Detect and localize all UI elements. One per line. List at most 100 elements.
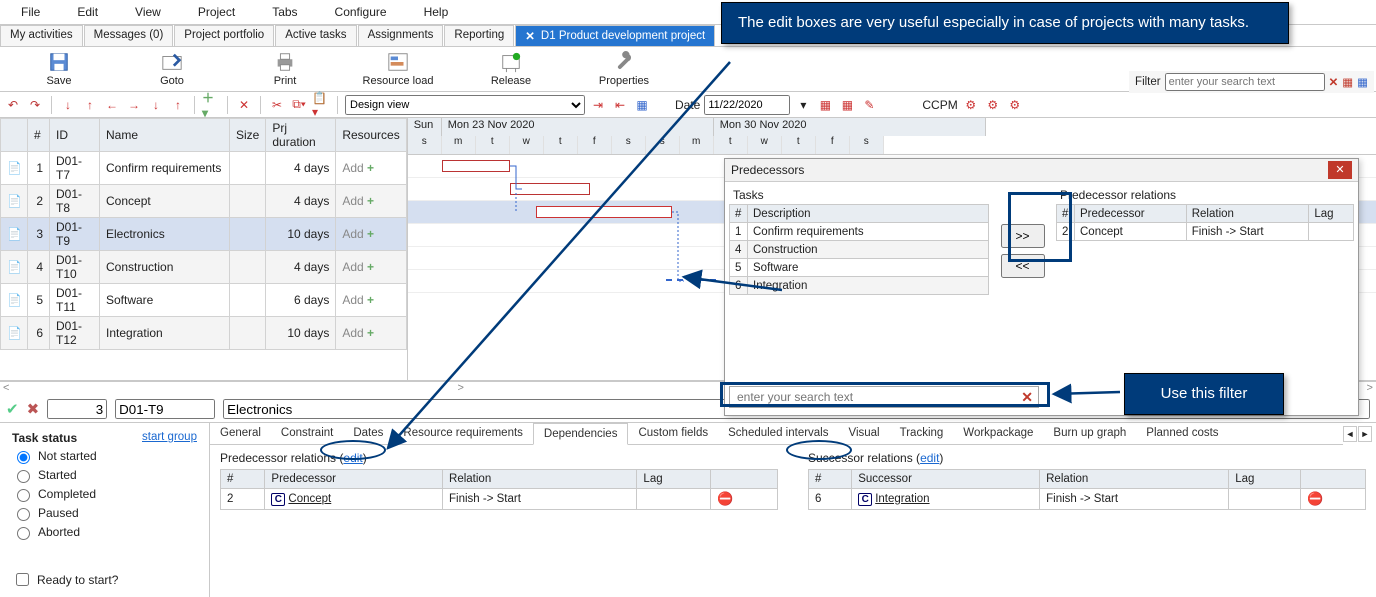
tab-tracking[interactable]: Tracking xyxy=(890,423,954,444)
ccpm-opt1-icon[interactable]: ⚙ xyxy=(962,96,980,114)
tab-visual[interactable]: Visual xyxy=(839,423,890,444)
print-button[interactable]: Print xyxy=(246,51,324,87)
tab-reporting[interactable]: Reporting xyxy=(444,25,514,46)
save-button[interactable]: Save xyxy=(20,51,98,87)
view-opt3-icon[interactable]: ▦ xyxy=(633,96,651,114)
tab-burnup[interactable]: Burn up graph xyxy=(1043,423,1136,444)
menu-help[interactable]: Help xyxy=(418,3,455,21)
tab-project[interactable]: ✕ D1 Product development project xyxy=(515,25,715,46)
tabs-scroll-right[interactable]: ► xyxy=(1358,426,1372,442)
task-row[interactable]: 📄 4D01-T10Construction4 daysAdd + xyxy=(1,251,407,284)
ready-to-start-checkbox[interactable]: Ready to start? xyxy=(12,570,197,589)
ccpm-opt2-icon[interactable]: ⚙ xyxy=(984,96,1002,114)
status-completed[interactable]: Completed xyxy=(12,486,197,502)
menu-view[interactable]: View xyxy=(129,3,167,21)
task-row[interactable]: 📄 2D01-T8Concept4 daysAdd + xyxy=(1,185,407,218)
view-opt2-icon[interactable]: ⇤ xyxy=(611,96,629,114)
menu-configure[interactable]: Configure xyxy=(329,3,393,21)
arrow-up2-icon[interactable]: ↑ xyxy=(169,96,187,114)
tab-constraint[interactable]: Constraint xyxy=(271,423,343,444)
filter-input[interactable] xyxy=(1165,73,1325,91)
col-duration[interactable]: Prj duration xyxy=(266,119,336,152)
task-list-item[interactable]: 1Confirm requirements xyxy=(730,223,989,241)
goto-button[interactable]: Goto xyxy=(133,51,211,87)
task-list-item[interactable]: 4Construction xyxy=(730,241,989,259)
task-row[interactable]: 📄 1D01-T7Confirm requirements4 daysAdd + xyxy=(1,152,407,185)
delete-icon[interactable]: ✕ xyxy=(235,96,253,114)
filter-options-icon[interactable]: ▦ xyxy=(1342,75,1353,89)
cut-icon[interactable]: ✂ xyxy=(268,96,286,114)
arrow-up-icon[interactable]: ↑ xyxy=(81,96,99,114)
col-index[interactable]: # xyxy=(28,119,50,152)
tab-my-activities[interactable]: My activities xyxy=(0,25,83,46)
tab-planned-costs[interactable]: Planned costs xyxy=(1136,423,1228,444)
tab-scheduled[interactable]: Scheduled intervals xyxy=(718,423,838,444)
tab-workpackage[interactable]: Workpackage xyxy=(953,423,1043,444)
arrow-down2-icon[interactable]: ↓ xyxy=(147,96,165,114)
dialog-search-input[interactable] xyxy=(735,389,1021,405)
dialog-close-button[interactable]: ✕ xyxy=(1328,161,1352,179)
status-not-started[interactable]: Not started xyxy=(12,448,197,464)
filter-clear-icon[interactable]: ✕ xyxy=(1329,75,1339,89)
tab-dates[interactable]: Dates xyxy=(343,423,393,444)
task-row[interactable]: 📄 5D01-T11Software6 daysAdd + xyxy=(1,284,407,317)
paste-icon[interactable]: 📋▾ xyxy=(312,96,330,114)
ccpm-opt3-icon[interactable]: ⚙ xyxy=(1006,96,1024,114)
filter-save-icon[interactable]: ▦ xyxy=(1357,75,1368,89)
arrow-left-icon[interactable]: ← xyxy=(103,96,121,114)
view-select[interactable]: Design view xyxy=(345,95,585,115)
task-list-item[interactable]: 5Software xyxy=(730,259,989,277)
edit-icon[interactable]: ✎ xyxy=(860,96,878,114)
dialog-search-clear-icon[interactable]: ✕ xyxy=(1021,389,1033,406)
tabs-scroll-left[interactable]: ◄ xyxy=(1343,426,1357,442)
date-input[interactable] xyxy=(704,95,790,115)
tab-resreq[interactable]: Resource requirements xyxy=(393,423,533,444)
detail-code-input[interactable] xyxy=(115,399,215,419)
task-row-selected[interactable]: 📄 3D01-T9Electronics10 daysAdd + xyxy=(1,218,407,251)
add-relation-button[interactable]: >> xyxy=(1001,224,1045,248)
menu-edit[interactable]: Edit xyxy=(71,3,104,21)
tab-general[interactable]: General xyxy=(210,423,271,444)
view-opt1-icon[interactable]: ⇥ xyxy=(589,96,607,114)
arrow-right-icon[interactable]: → xyxy=(125,96,143,114)
arrow-down-icon[interactable]: ↓ xyxy=(59,96,77,114)
delete-icon[interactable]: ⛔ xyxy=(717,491,733,506)
col-resources[interactable]: Resources xyxy=(336,119,406,152)
properties-button[interactable]: Properties xyxy=(585,51,663,87)
tab-active-tasks[interactable]: Active tasks xyxy=(275,25,356,46)
col-name[interactable]: Name xyxy=(100,119,230,152)
reject-icon[interactable]: ✖ xyxy=(27,400,40,418)
start-group-link[interactable]: start group xyxy=(142,431,197,443)
accept-icon[interactable]: ✔ xyxy=(6,400,19,418)
menu-project[interactable]: Project xyxy=(192,3,241,21)
redo-icon[interactable]: ↷ xyxy=(26,96,44,114)
task-row[interactable]: 📄 6D01-T12Integration10 daysAdd + xyxy=(1,317,407,350)
pred-row[interactable]: 2 CConcept Finish -> Start ⛔ xyxy=(221,489,778,510)
tab-assignments[interactable]: Assignments xyxy=(358,25,444,46)
close-icon[interactable]: ✕ xyxy=(525,29,535,43)
detail-index-input[interactable] xyxy=(47,399,107,419)
remove-relation-button[interactable]: << xyxy=(1001,254,1045,278)
status-paused[interactable]: Paused xyxy=(12,505,197,521)
copy-icon[interactable]: ⧉▾ xyxy=(290,96,308,114)
tab-dependencies[interactable]: Dependencies xyxy=(533,423,629,445)
release-button[interactable]: Release xyxy=(472,51,550,87)
cal2-icon[interactable]: ▦ xyxy=(838,96,856,114)
tab-custom[interactable]: Custom fields xyxy=(628,423,718,444)
resource-load-button[interactable]: Resource load xyxy=(359,51,437,87)
cal1-icon[interactable]: ▦ xyxy=(816,96,834,114)
menu-tabs[interactable]: Tabs xyxy=(266,3,303,21)
relation-row[interactable]: 2ConceptFinish -> Start xyxy=(1057,223,1354,241)
menu-file[interactable]: File xyxy=(15,3,46,21)
task-list-item[interactable]: 6Integration xyxy=(730,277,989,295)
col-size[interactable]: Size xyxy=(230,119,266,152)
undo-icon[interactable]: ↶ xyxy=(4,96,22,114)
add-icon[interactable]: ＋▾ xyxy=(202,96,220,114)
col-id[interactable]: ID xyxy=(50,119,100,152)
status-aborted[interactable]: Aborted xyxy=(12,524,197,540)
tab-messages[interactable]: Messages (0) xyxy=(84,25,174,46)
succ-edit-link[interactable]: edit xyxy=(920,451,939,465)
date-picker-icon[interactable]: ▾ xyxy=(794,96,812,114)
status-started[interactable]: Started xyxy=(12,467,197,483)
succ-row[interactable]: 6 CIntegration Finish -> Start ⛔ xyxy=(809,489,1366,510)
